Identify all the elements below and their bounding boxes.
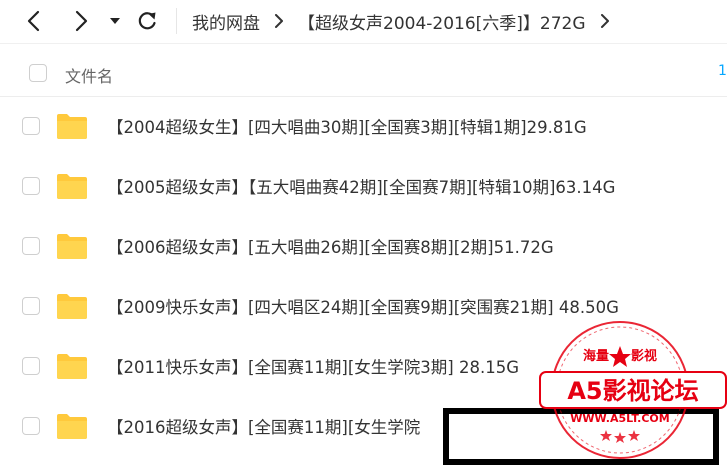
file-list-header: 文件名 1 <box>0 50 727 96</box>
row-checkbox[interactable] <box>22 417 40 435</box>
file-name[interactable]: 【2009快乐女声】[四大唱区24期][全国赛9期][突围赛21期] 48.50… <box>107 294 619 318</box>
breadcrumb-root[interactable]: 我的网盘 <box>192 9 260 34</box>
file-name[interactable]: 【2016超级女声】[全国赛11期][女生学院 <box>107 414 420 438</box>
folder-icon <box>57 354 87 379</box>
row-checkbox[interactable] <box>22 177 40 195</box>
file-row[interactable]: 【2009快乐女声】[四大唱区24期][全国赛9期][突围赛21期] 48.50… <box>0 276 727 336</box>
file-row[interactable]: 【2005超级女声】【五大唱曲赛42期][全国赛7期][特辑10期]63.14G <box>0 156 727 216</box>
history-dropdown-button[interactable] <box>104 9 126 33</box>
column-header-filename[interactable]: 文件名 <box>65 63 113 87</box>
redaction-box <box>443 408 719 465</box>
breadcrumb-separator-icon <box>274 14 284 28</box>
toolbar-bottom-divider <box>0 43 727 44</box>
breadcrumb-current[interactable]: 【超级女声2004-2016[六季]】272G <box>298 9 586 34</box>
forward-button[interactable] <box>69 9 93 33</box>
toolbar-divider <box>176 8 177 34</box>
folder-icon <box>57 234 87 259</box>
refresh-button[interactable] <box>135 9 159 33</box>
back-button[interactable] <box>22 9 46 33</box>
row-checkbox[interactable] <box>22 357 40 375</box>
toolbar: 我的网盘 【超级女声2004-2016[六季]】272G <box>0 0 727 42</box>
chevron-right-icon <box>75 10 88 32</box>
file-row[interactable]: 【2004超级女生】[四大唱曲30期][全国赛3期][特辑1期]29.81G <box>0 96 727 156</box>
folder-icon <box>57 294 87 319</box>
folder-icon <box>57 414 87 439</box>
file-name[interactable]: 【2004超级女生】[四大唱曲30期][全国赛3期][特辑1期]29.81G <box>107 114 587 138</box>
folder-icon <box>57 114 87 139</box>
caret-down-icon <box>110 18 120 24</box>
row-checkbox[interactable] <box>22 297 40 315</box>
column-header-right-fragment: 1 <box>718 63 727 79</box>
file-name[interactable]: 【2005超级女声】【五大唱曲赛42期][全国赛7期][特辑10期]63.14G <box>107 174 615 198</box>
file-name[interactable]: 【2006超级女声】[五大唱曲26期][全国赛8期][2期]51.72G <box>107 234 554 258</box>
file-row[interactable]: 【2011快乐女声】[全国赛11期][女生学院3期] 28.15G <box>0 336 727 396</box>
file-row[interactable]: 【2006超级女声】[五大唱曲26期][全国赛8期][2期]51.72G <box>0 216 727 276</box>
row-checkbox[interactable] <box>22 117 40 135</box>
file-name[interactable]: 【2011快乐女声】[全国赛11期][女生学院3期] 28.15G <box>107 354 519 378</box>
breadcrumb-trailing-chevron-icon[interactable] <box>600 14 610 28</box>
folder-icon <box>57 174 87 199</box>
select-all-checkbox[interactable] <box>29 64 47 82</box>
chevron-left-icon <box>27 10 40 32</box>
breadcrumb: 我的网盘 【超级女声2004-2016[六季]】272G <box>192 8 624 34</box>
row-checkbox[interactable] <box>22 237 40 255</box>
refresh-icon <box>138 12 156 30</box>
